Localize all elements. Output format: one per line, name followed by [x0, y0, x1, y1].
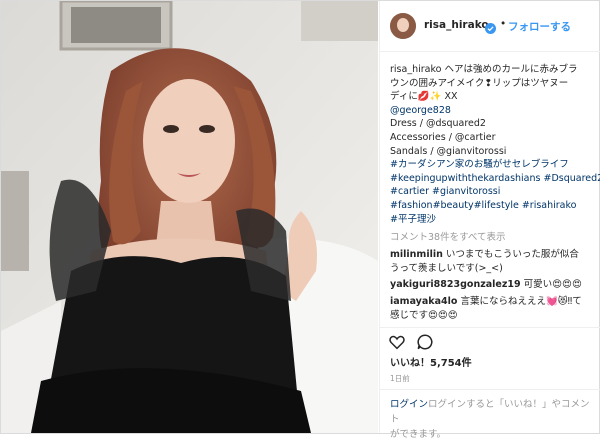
caption-line: risa_hirako ヘアは強めのカールに赤みブラ [390, 64, 578, 75]
comment-icon[interactable] [416, 333, 434, 355]
login-prompt-text-cont: ができます。 [390, 429, 447, 440]
caption-line: Dress / @dsquared2 [390, 118, 486, 130]
likes-count[interactable]: いいね！5,754件 [390, 354, 472, 369]
action-bar [380, 327, 600, 356]
post-photo-illustration [1, 1, 378, 433]
comment-text: 言葉にならねえええ💓😻‼て [460, 296, 582, 307]
mention-link[interactable]: @george828 [390, 104, 596, 118]
separator-dot: • [500, 18, 507, 30]
comment-text: いつまでもこういった服が似合 [445, 249, 579, 260]
comment-text: 可愛い😍😍😍 [523, 279, 582, 290]
comment-user[interactable]: milinmilin [390, 249, 443, 260]
heart-icon[interactable] [388, 333, 406, 355]
hashtag-link[interactable]: #カーダシアン家のお騒がせセレブライフ [390, 158, 596, 172]
login-prompt: ログインログインすると「いいね！」やコメント ができます。 [380, 389, 600, 440]
caption-line: ウンの囲みアイメイク❢リップはツヤヌー [390, 77, 569, 89]
caption-line: Sandals / @gianvitorossi [390, 145, 507, 157]
hashtag-link[interactable]: #fashion#beauty#lifestyle #risahirako [390, 199, 596, 213]
comment: iamayaka4lo 言葉にならねえええ💓😻‼て 感じです😍😍😍 [390, 295, 596, 323]
post-header: risa_hirako • フォローする [380, 1, 600, 52]
hashtag-link[interactable]: #cartier #gianvitorossi [390, 185, 596, 199]
caption-line: Accessories / @cartier [390, 131, 496, 143]
comment-user[interactable]: iamayaka4lo [390, 296, 457, 307]
caption-line: ディに💋✨ XX [390, 91, 458, 103]
comment-user[interactable]: yakiguri8823gonzalez19 [390, 279, 521, 290]
avatar[interactable] [390, 13, 416, 39]
username[interactable]: risa_hirako [424, 19, 489, 31]
post-caption: risa_hirako ヘアは強めのカールに赤みブラ ウンの囲みアイメイク❢リッ… [390, 63, 600, 227]
instagram-embed: risa_hirako • フォローする risa_hirako ヘアは強めのカ… [0, 0, 600, 440]
comment-text-cont: うって羨ましいです(>_<) [390, 263, 503, 274]
view-all-comments-link[interactable]: コメント38件をすべて表示 [390, 229, 506, 243]
comment: yakiguri8823gonzalez19 可愛い😍😍😍 [390, 278, 596, 292]
hashtag-link[interactable]: #keepingupwiththekardashians #Dsquared2 [390, 172, 600, 186]
post-photo[interactable] [1, 1, 378, 433]
hashtag-link[interactable]: #平子理沙 [390, 213, 596, 227]
comment: milinmilin いつまでもこういった服が似合 うって羨ましいです(>_<) [390, 248, 596, 276]
login-link[interactable]: ログイン [390, 399, 428, 410]
verified-badge-icon [485, 19, 496, 34]
comment-text-cont: 感じです😍😍😍 [390, 310, 458, 321]
post-sidebar: risa_hirako • フォローする risa_hirako ヘアは強めのカ… [379, 1, 600, 440]
post-timestamp: 1日前 [390, 374, 410, 383]
follow-button[interactable]: フォローする [508, 19, 571, 34]
